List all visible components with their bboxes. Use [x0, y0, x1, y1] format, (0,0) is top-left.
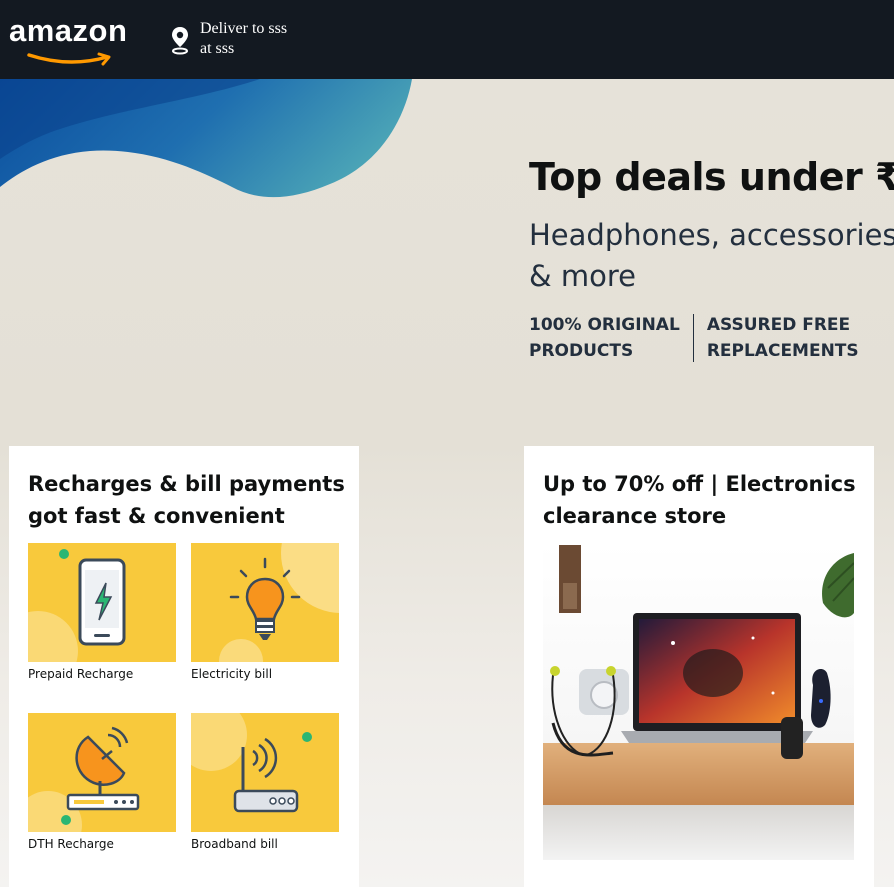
phone-charge-icon — [28, 549, 126, 662]
electronics-promo-image[interactable] — [543, 543, 854, 860]
amazon-logo[interactable]: amazon — [9, 13, 128, 66]
badge-replacements: ASSURED FREE REPLACEMENTS — [707, 312, 859, 364]
broadband-bill-label: Broadband bill — [191, 837, 278, 851]
dth-recharge-image — [28, 713, 176, 832]
badge-original: 100% ORIGINAL PRODUCTS — [529, 312, 680, 364]
deliver-text: Deliver to sss at sss — [200, 19, 287, 59]
badge-original-line2: PRODUCTS — [529, 341, 634, 361]
tile-electricity-bill[interactable]: Electricity bill — [191, 543, 339, 681]
hero-subtitle: Headphones, accessories & more — [529, 218, 894, 293]
prepaid-recharge-label: Prepaid Recharge — [28, 667, 134, 681]
prepaid-recharge-image — [28, 543, 176, 662]
deliver-line-1: Deliver to sss — [200, 20, 288, 37]
broadband-bill-image — [191, 713, 339, 832]
logo-text: amazon — [9, 13, 128, 48]
location-pin-icon — [172, 27, 188, 55]
badge-divider — [692, 314, 694, 362]
tile-dth-recharge[interactable]: DTH Recharge — [28, 713, 176, 851]
electricity-bill-label: Electricity bill — [191, 667, 273, 681]
tile-broadband-bill[interactable]: Broadband bill — [191, 713, 339, 851]
badge-original-line1: 100% ORIGINAL — [529, 315, 680, 335]
deliver-line-2: at sss — [200, 40, 235, 57]
electronics-clearance-card: Up to 70% off | Electronics clearance st… — [524, 446, 874, 887]
hero-title: Top deals under ₹1,499 — [529, 155, 894, 199]
electronics-card-title[interactable]: Up to 70% off | Electronics clearance st… — [543, 468, 863, 532]
top-nav-bar: amazon Deliver to sss at sss — [0, 0, 894, 79]
deliver-to-location[interactable]: Deliver to sss at sss — [170, 19, 287, 59]
dth-recharge-label: DTH Recharge — [28, 837, 114, 851]
badge-replacements-line2: REPLACEMENTS — [706, 341, 859, 361]
recharge-bills-card: Recharges & bill payments got fast & con… — [9, 446, 359, 887]
tile-prepaid-recharge[interactable]: Prepaid Recharge — [28, 543, 176, 681]
badge-replacements-line1: ASSURED FREE — [706, 315, 851, 335]
hero-badges: 100% ORIGINAL PRODUCTS ASSURED FREE REPL… — [529, 312, 859, 364]
lightbulb-icon — [219, 543, 339, 662]
electricity-bill-image — [191, 543, 339, 662]
decorative-wave — [0, 79, 412, 198]
logo-smile-icon — [27, 52, 111, 66]
router-icon — [191, 713, 312, 813]
recharge-card-title[interactable]: Recharges & bill payments got fast & con… — [28, 468, 348, 532]
satellite-dish-icon — [28, 726, 140, 832]
